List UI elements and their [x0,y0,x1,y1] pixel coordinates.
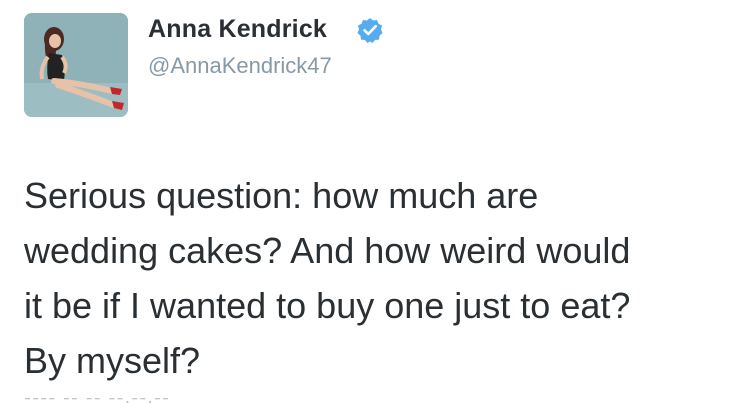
timestamp-cutoff: ▪▪▪▪ ▪▪ ▪▪ ▪▪:▪▪:▪▪ [24,398,294,405]
display-name[interactable]: Anna Kendrick [148,15,327,44]
avatar[interactable] [24,13,128,117]
user-handle[interactable]: @AnnaKendrick47 [148,53,332,79]
verified-badge-icon [357,18,383,43]
profile-photo [24,13,128,117]
timestamp-cutoff-glyphs: ▪▪▪▪ ▪▪ ▪▪ ▪▪:▪▪:▪▪ [24,398,294,405]
tweet-card: Anna Kendrick @AnnaKendrick47 Serious qu… [0,0,750,405]
tweet-text: Serious question: how much are wedding c… [24,175,631,381]
